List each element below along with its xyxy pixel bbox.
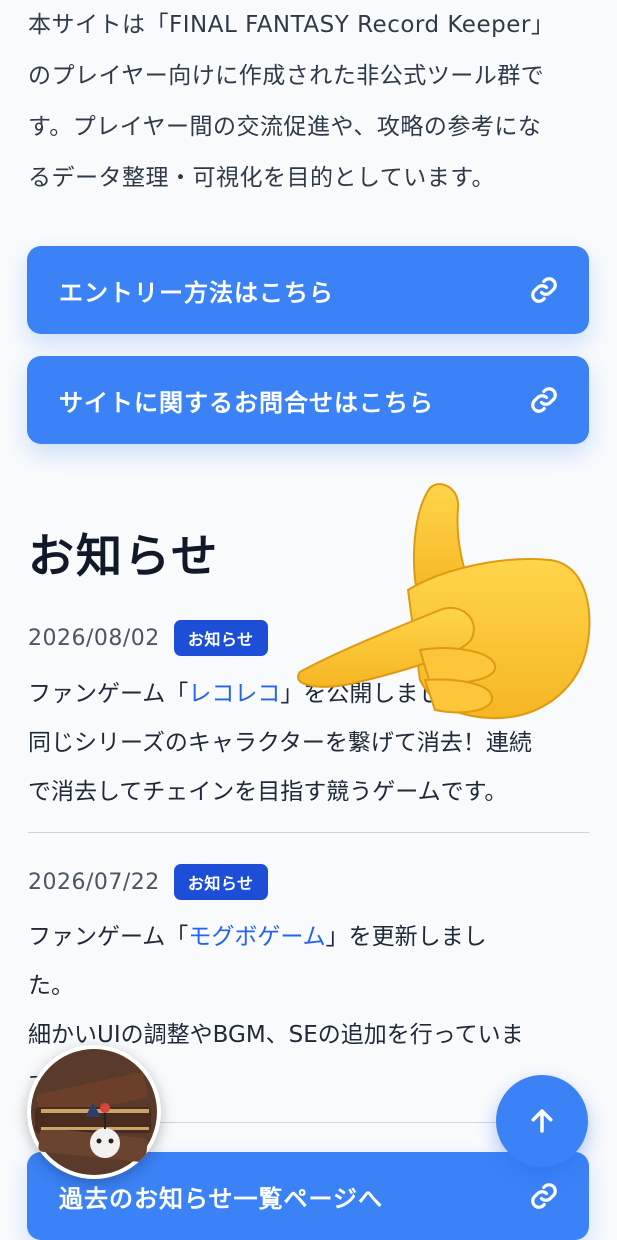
archive-button-label: 過去のお知らせ一覧ページへ <box>59 1184 384 1213</box>
news-text: ファンゲーム「 <box>28 924 189 950</box>
intro-line: るデータ整理・可視化を目的としています。 <box>28 165 496 191</box>
avatar[interactable] <box>27 1045 161 1179</box>
pointing-hand-emoji <box>297 483 591 720</box>
entry-button-label: エントリー方法はこちら <box>59 278 334 307</box>
news-link-rekoreko[interactable]: レコレコ <box>188 681 280 707</box>
news-heading: お知らせ <box>28 529 220 583</box>
contact-button-label: サイトに関するお問合せはこちら <box>59 388 434 417</box>
contact-button[interactable]: サイトに関するお問合せはこちら <box>27 356 589 444</box>
intro-text: 本サイトは「FINAL FANTASY Record Keeper」 のプレイヤ… <box>28 0 593 204</box>
entry-button[interactable]: エントリー方法はこちら <box>27 246 589 334</box>
news-text: 」を更新しまし <box>325 924 487 950</box>
news-meta: 2026/07/22 お知らせ <box>28 864 268 900</box>
intro-line: す。プレイヤー間の交流促進や、攻略の参考にな <box>28 114 542 140</box>
news-line: た。 <box>28 973 74 999</box>
news-badge: お知らせ <box>173 864 268 900</box>
arrow-up-icon <box>531 1109 553 1133</box>
link-icon <box>531 277 557 303</box>
news-line: ファンゲーム「モグボゲーム」を更新しまし <box>28 913 593 962</box>
link-icon <box>531 387 557 413</box>
news-badge: お知らせ <box>173 620 268 656</box>
news-date: 2026/07/22 <box>28 869 160 895</box>
news-link-mogbo[interactable]: モグボゲーム <box>188 924 325 950</box>
link-icon <box>531 1183 557 1209</box>
intro-line: のプレイヤー向けに作成された非公式ツール群で <box>28 63 545 89</box>
news-meta: 2026/08/02 お知らせ <box>28 620 268 656</box>
news-date: 2026/08/02 <box>28 625 160 651</box>
news-line: で消去してチェインを目指す競うゲームです。 <box>28 779 508 805</box>
intro-line: 本サイトは「FINAL FANTASY Record Keeper」 <box>28 12 555 38</box>
news-text: ファンゲーム「 <box>28 681 189 707</box>
scroll-to-top-button[interactable] <box>496 1075 588 1167</box>
divider <box>28 832 589 833</box>
moogle-book-avatar <box>31 1049 157 1175</box>
